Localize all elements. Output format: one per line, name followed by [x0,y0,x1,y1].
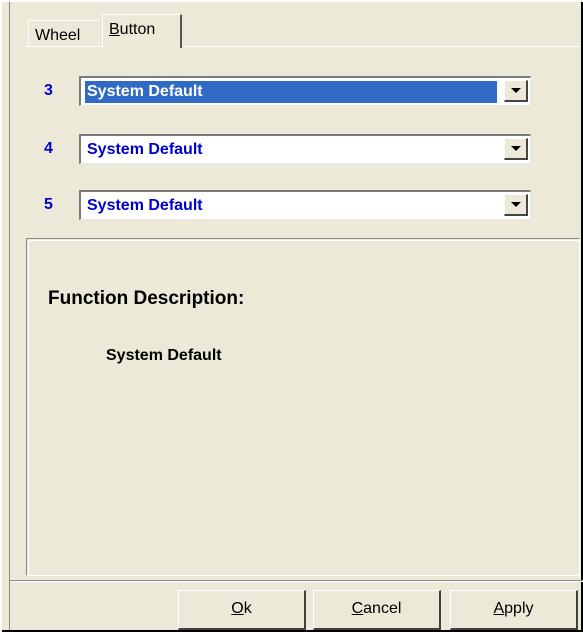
button-5-dropdown-arrow[interactable] [504,194,528,216]
function-description-text: System Default [106,347,222,364]
button-5-selected-value: System Default [87,197,203,214]
button-5-function-dropdown[interactable]: System Default [79,190,531,220]
tab-wheel[interactable]: Wheel [28,20,100,46]
chevron-down-icon [510,202,521,207]
cancel-button[interactable]: Cancel [313,590,441,630]
function-description-heading: Function Description: [48,288,245,309]
chevron-down-icon [510,146,521,151]
button-3-dropdown-arrow[interactable] [504,80,528,102]
button-4-function-dropdown[interactable]: System Default [79,134,531,164]
button-4-dropdown-arrow[interactable] [504,138,528,160]
tab-button-label: utton [119,21,156,38]
tab-button-mnemonic: B [109,21,120,38]
button-4-label: 4 [44,140,53,157]
mouse-properties-dialog: Wheel Button 3 System Default 4 System D… [0,0,583,632]
ok-mnemonic: O [231,600,244,617]
cancel-mnemonic: C [351,600,364,617]
apply-label: pply [504,600,534,617]
tab-wheel-label: Wheel [35,27,81,44]
button-3-selected-value: System Default [84,80,498,104]
apply-mnemonic: A [493,600,505,617]
tab-button[interactable]: Button [102,14,182,48]
button-5-label: 5 [44,196,53,213]
footer-separator-highlight [10,581,583,582]
ok-label: k [243,600,252,617]
button-3-label: 3 [44,82,53,99]
chevron-down-icon [510,88,521,93]
ok-button[interactable]: Ok [178,590,306,630]
cancel-label: ancel [363,600,402,617]
apply-button[interactable]: Apply [450,590,578,630]
button-3-function-dropdown[interactable]: System Default [79,76,531,106]
button-4-selected-value: System Default [87,141,203,158]
